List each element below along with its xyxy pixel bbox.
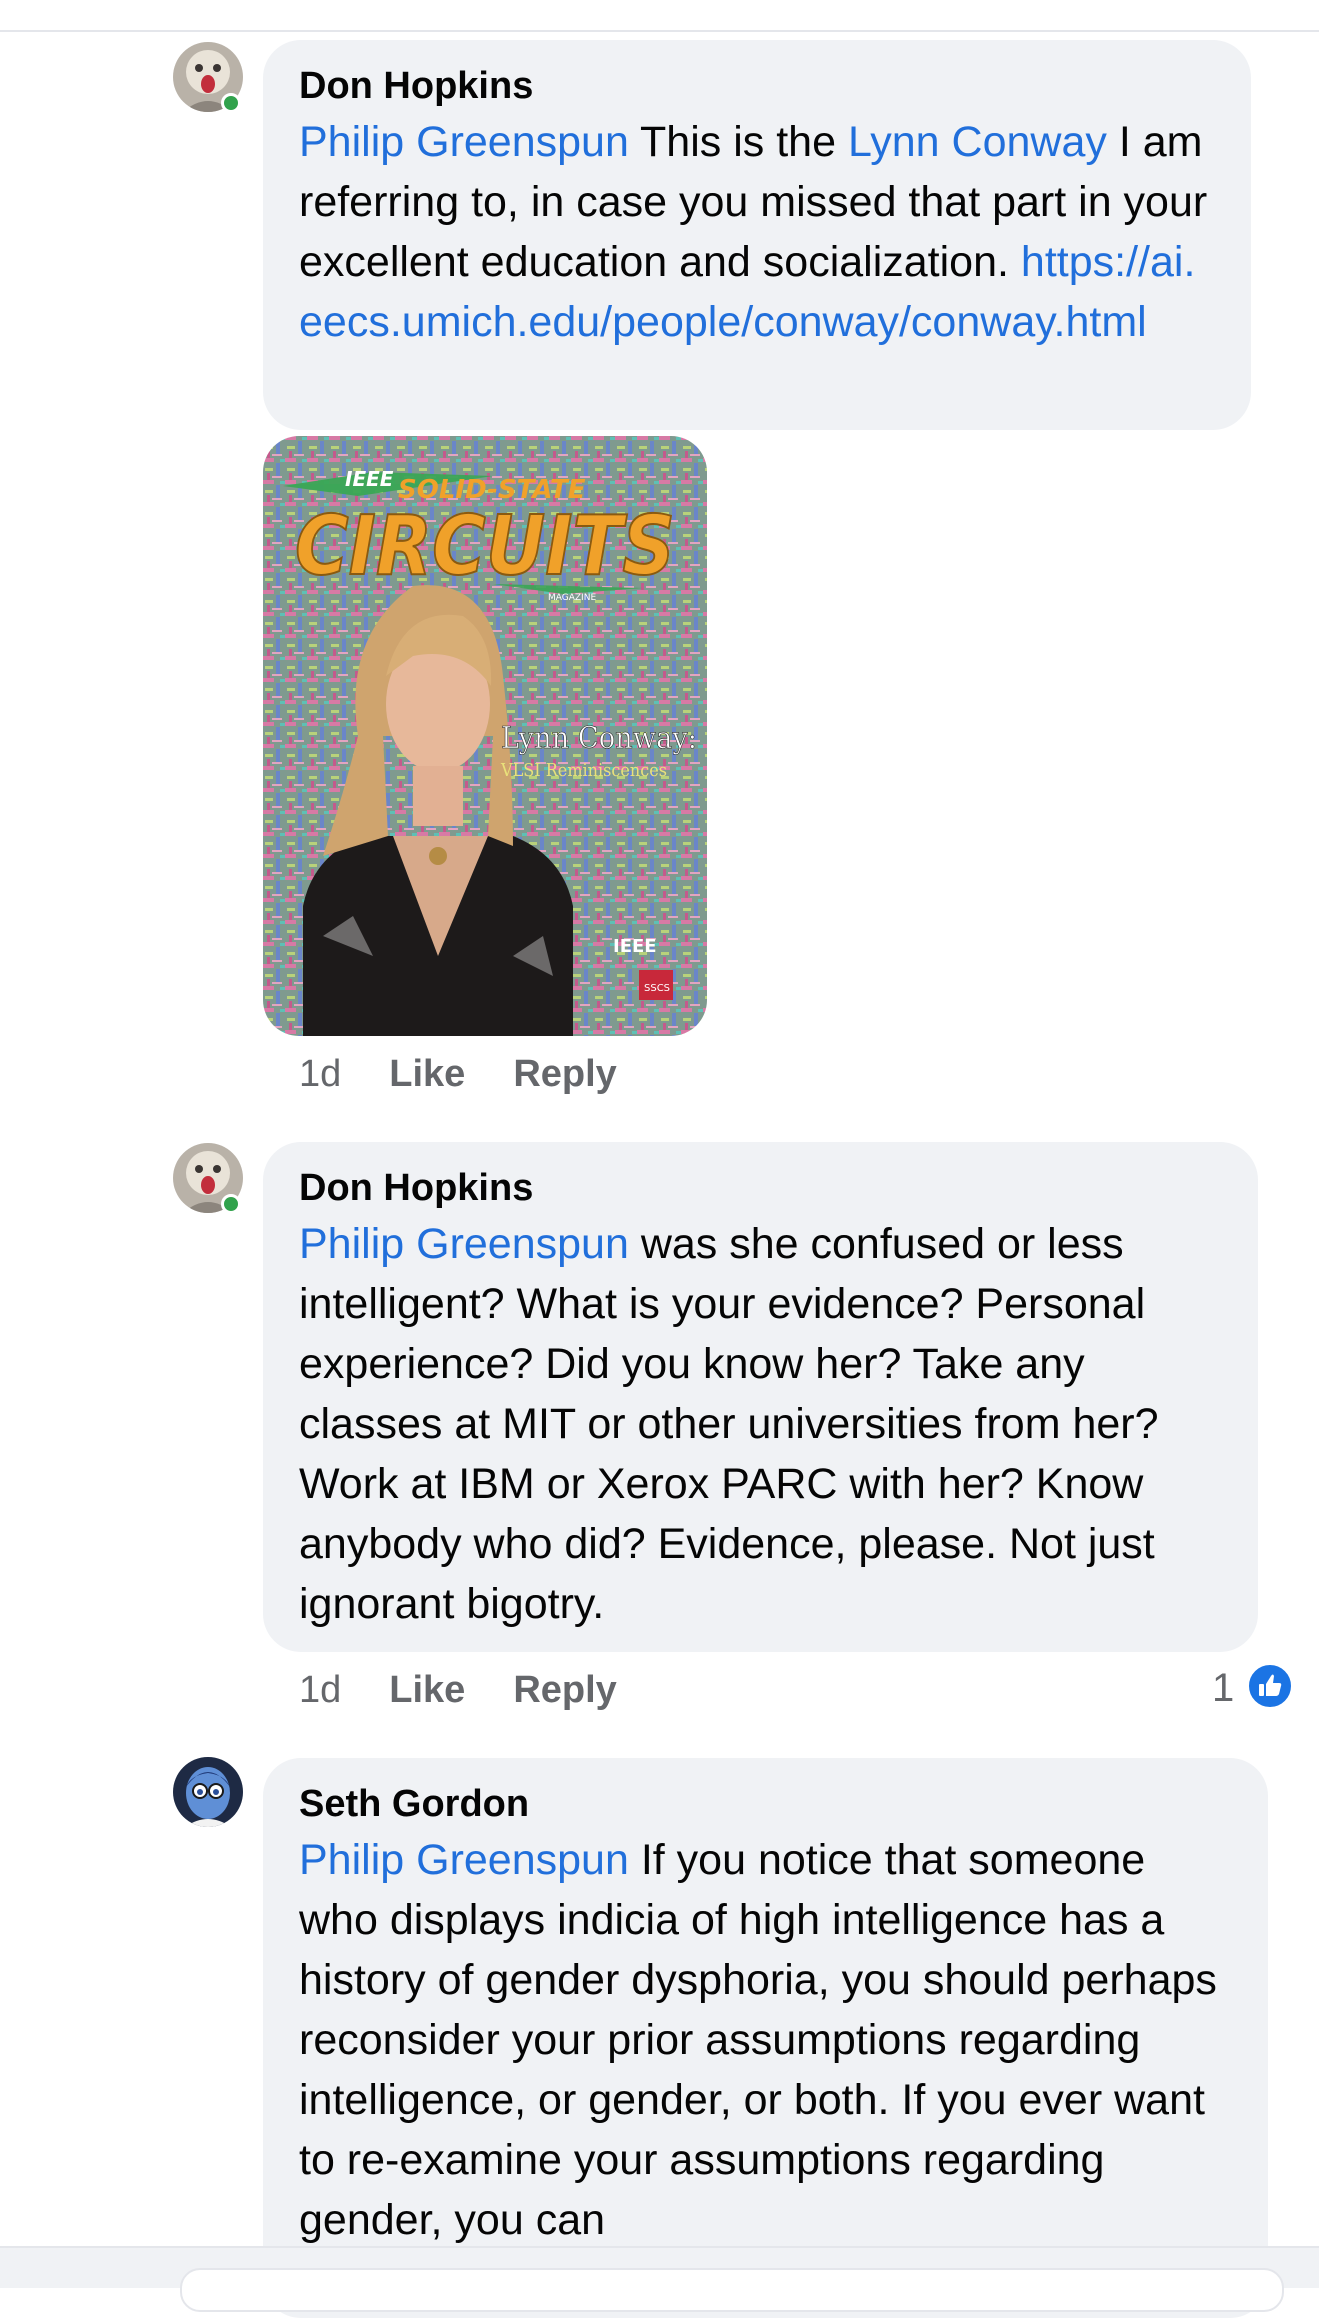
comment-timestamp[interactable]: 1d — [299, 1668, 341, 1712]
reply-button[interactable]: Reply — [513, 1052, 616, 1096]
reply-button[interactable]: Reply — [513, 1668, 616, 1712]
online-status-icon — [221, 93, 241, 113]
comment-text-part: If you notice that someone who displays … — [299, 1836, 1217, 2244]
avatar-seth-gordon[interactable] — [173, 1757, 243, 1827]
comment-bubble: Seth Gordon Philip Greenspun If you noti… — [263, 1758, 1268, 2318]
magazine-headline: Lynn Conway: — [501, 721, 697, 756]
magazine-publisher: IEEE — [613, 936, 657, 957]
like-button[interactable]: Like — [389, 1052, 465, 1096]
comment-bubble: Don Hopkins Philip Greenspun was she con… — [263, 1142, 1258, 1652]
online-status-icon — [221, 1194, 241, 1214]
comment-body: Philip Greenspun If you notice that some… — [299, 1830, 1232, 2250]
attachment-image-magazine-cover[interactable]: IEEE SOLID-STATE CIRCUITS MAGAZINE Lynn … — [263, 436, 707, 1036]
comment-bubble: Don Hopkins Philip Greenspun This is the… — [263, 40, 1251, 430]
like-thumb-icon[interactable] — [1246, 1662, 1294, 1710]
top-divider — [0, 30, 1319, 32]
mention-link[interactable]: Philip Greenspun — [299, 118, 629, 166]
reaction-count[interactable]: 1 — [1212, 1665, 1234, 1711]
magazine-subtitle-tag: MAGAZINE — [548, 593, 596, 603]
like-thumb-glyph — [1259, 1674, 1282, 1696]
magazine-cover-art: IEEE SOLID-STATE CIRCUITS MAGAZINE Lynn … — [263, 436, 707, 1036]
comment-text-part: was she confused or less intelligent? Wh… — [299, 1220, 1159, 1628]
comment-actions: 1d Like Reply — [299, 1052, 665, 1096]
comment-body: Philip Greenspun was she confused or les… — [299, 1214, 1222, 1634]
comment-author[interactable]: Don Hopkins — [299, 64, 1215, 108]
comment-body: Philip Greenspun This is the Lynn Conway… — [299, 112, 1215, 352]
mention-link[interactable]: Philip Greenspun — [299, 1220, 629, 1268]
magazine-brand: IEEE — [345, 467, 394, 491]
magazine-subheadline: VLSI Reminiscences — [500, 760, 667, 781]
avatar-image — [173, 1757, 243, 1827]
write-comment-input[interactable] — [180, 2268, 1284, 2312]
profile-link-lynn-conway[interactable]: Lynn Conway — [848, 118, 1107, 166]
like-button[interactable]: Like — [389, 1668, 465, 1712]
comment-text-part: This is the — [628, 118, 848, 166]
comment-author[interactable]: Don Hopkins — [299, 1166, 1222, 1210]
comment-actions: 1d Like Reply — [299, 1668, 665, 1712]
comment-author[interactable]: Seth Gordon — [299, 1782, 1232, 1826]
mention-link[interactable]: Philip Greenspun — [299, 1836, 629, 1884]
comment-timestamp[interactable]: 1d — [299, 1052, 341, 1096]
magazine-title: CIRCUITS — [295, 499, 675, 594]
magazine-society: SSCS — [644, 983, 670, 994]
